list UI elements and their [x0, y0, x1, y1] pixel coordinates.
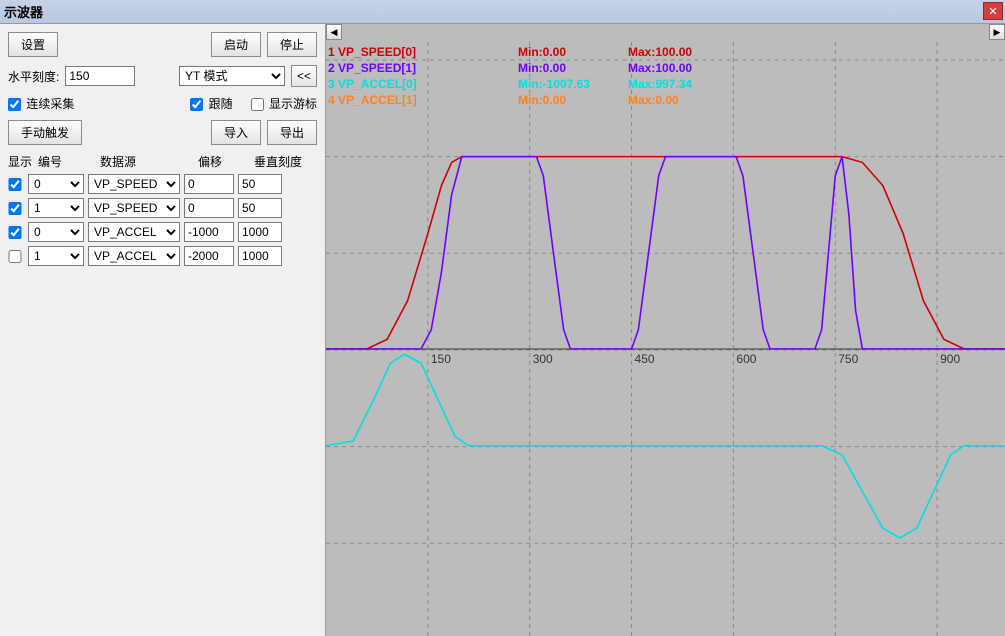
column-headers: 显示 编号 数据源 偏移 垂直刻度	[8, 153, 317, 170]
legend-row: 1 VP_SPEED[0]Min:0.00Max:100.00	[328, 44, 692, 60]
data-row: 1VP_ACCEL	[8, 246, 317, 266]
svg-text:600: 600	[736, 352, 756, 366]
source-select[interactable]: VP_ACCEL	[88, 222, 180, 242]
cursor-checkbox-label[interactable]: 显示游标	[251, 95, 317, 112]
scroll-left-icon[interactable]: ◀	[326, 24, 342, 40]
show-checkbox[interactable]	[8, 226, 22, 239]
legend-row: 4 VP_ACCEL[1]Min:0.00Max:0.00	[328, 92, 692, 108]
manual-trigger-button[interactable]: 手动触发	[8, 120, 82, 145]
svg-text:450: 450	[635, 352, 655, 366]
settings-button[interactable]: 设置	[8, 32, 58, 57]
legend-row: 3 VP_ACCEL[0]Min:-1007.63Max:997.34	[328, 76, 692, 92]
window-title: 示波器	[4, 2, 43, 21]
offset-input[interactable]	[184, 174, 234, 194]
control-panel: 设置 启动 停止 水平刻度: YT 模式 << 连续采集 跟随	[0, 24, 326, 636]
close-icon[interactable]: ✕	[983, 2, 1003, 20]
scroll-right-icon[interactable]: ▶	[989, 24, 1005, 40]
import-button[interactable]: 导入	[211, 120, 261, 145]
vscale-input[interactable]	[238, 174, 282, 194]
legend-row: 2 VP_SPEED[1]Min:0.00Max:100.00	[328, 60, 692, 76]
show-checkbox[interactable]	[8, 202, 22, 215]
svg-text:300: 300	[533, 352, 553, 366]
source-select[interactable]: VP_ACCEL	[88, 246, 180, 266]
cursor-checkbox[interactable]	[251, 98, 264, 111]
data-row: 0VP_ACCEL	[8, 222, 317, 242]
stop-button[interactable]: 停止	[267, 32, 317, 57]
hscale-input[interactable]	[65, 66, 135, 86]
svg-text:900: 900	[940, 352, 960, 366]
index-select[interactable]: 1	[28, 198, 84, 218]
source-select[interactable]: VP_SPEED	[88, 198, 180, 218]
continuous-checkbox[interactable]	[8, 98, 21, 111]
chart-area: ◀ ▶ 150 300 450 600 750 900 1 VP_SPEED[0]Min:…	[326, 24, 1005, 636]
export-button[interactable]: 导出	[267, 120, 317, 145]
show-checkbox[interactable]	[8, 178, 22, 191]
offset-input[interactable]	[184, 246, 234, 266]
index-select[interactable]: 0	[28, 222, 84, 242]
collapse-button[interactable]: <<	[291, 65, 317, 87]
svg-text:750: 750	[838, 352, 858, 366]
source-select[interactable]: VP_SPEED	[88, 174, 180, 194]
start-button[interactable]: 启动	[211, 32, 261, 57]
show-checkbox[interactable]	[8, 250, 22, 263]
index-select[interactable]: 0	[28, 174, 84, 194]
continuous-checkbox-label[interactable]: 连续采集	[8, 95, 74, 112]
offset-input[interactable]	[184, 222, 234, 242]
index-select[interactable]: 1	[28, 246, 84, 266]
follow-checkbox[interactable]	[190, 98, 203, 111]
title-bar: 示波器 ✕	[0, 0, 1005, 24]
vscale-input[interactable]	[238, 246, 282, 266]
mode-select[interactable]: YT 模式	[179, 66, 285, 86]
follow-checkbox-label[interactable]: 跟随	[190, 95, 232, 112]
data-row: 0VP_SPEED	[8, 174, 317, 194]
svg-text:150: 150	[431, 352, 451, 366]
vscale-input[interactable]	[238, 198, 282, 218]
chart-legend: 1 VP_SPEED[0]Min:0.00Max:100.002 VP_SPEE…	[328, 44, 692, 108]
offset-input[interactable]	[184, 198, 234, 218]
vscale-input[interactable]	[238, 222, 282, 242]
data-row: 1VP_SPEED	[8, 198, 317, 218]
hscale-label: 水平刻度:	[8, 68, 59, 85]
oscilloscope-chart: 150 300 450 600 750 900	[326, 42, 1005, 636]
